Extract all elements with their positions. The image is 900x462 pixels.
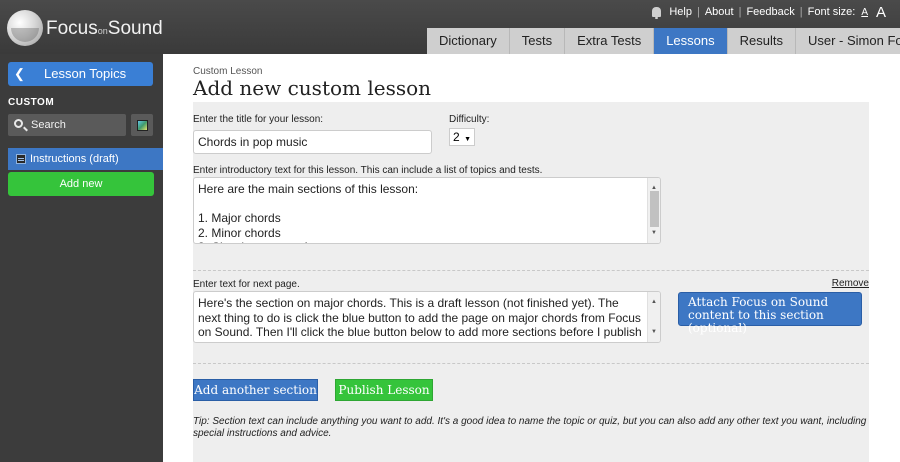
- lesson-topics-label: Lesson Topics: [44, 66, 127, 81]
- brand-name-mid: on: [97, 26, 108, 36]
- lesson-title-input[interactable]: Chords in pop music: [193, 130, 432, 154]
- page-title: Add new custom lesson: [193, 76, 432, 100]
- brand-name-left: Focus: [46, 18, 98, 39]
- add-new-button[interactable]: Add new: [8, 172, 154, 196]
- bell-icon[interactable]: [652, 7, 662, 19]
- scrollbar[interactable]: ▲ ▼: [647, 178, 660, 243]
- logo-icon[interactable]: [7, 10, 43, 46]
- app-header: FocusonSound Help | About | Feedback | F…: [0, 0, 900, 54]
- brand-name[interactable]: FocusonSound: [46, 18, 163, 40]
- search-button[interactable]: Search: [8, 114, 126, 136]
- separator: |: [696, 6, 700, 18]
- document-icon: [16, 154, 26, 164]
- tip-text: Tip: Section text can include anything y…: [193, 416, 867, 439]
- scroll-down-icon[interactable]: ▼: [651, 226, 657, 241]
- utility-bar: Help | About | Feedback | Font size: A A: [652, 4, 886, 21]
- next-page-text: Here's the section on major chords. This…: [198, 296, 642, 342]
- publish-lesson-button[interactable]: Publish Lesson: [335, 379, 433, 401]
- tab-tests[interactable]: Tests: [509, 28, 566, 54]
- color-grid-button[interactable]: [131, 114, 153, 136]
- main-nav: Dictionary Tests Extra Tests Lessons Res…: [427, 28, 900, 54]
- scroll-down-icon[interactable]: ▼: [651, 325, 657, 340]
- search-icon: [14, 119, 23, 128]
- help-link[interactable]: Help: [669, 6, 692, 18]
- sidebar-item-label: Instructions (draft): [30, 153, 119, 165]
- tab-extra-tests[interactable]: Extra Tests: [565, 28, 655, 54]
- font-size-label: Font size:: [807, 6, 856, 18]
- about-link[interactable]: About: [705, 6, 734, 18]
- section-divider: [193, 363, 869, 364]
- dropdown-arrow-icon: ▼: [464, 136, 471, 143]
- chevron-left-icon: ❮: [14, 66, 25, 81]
- scroll-thumb[interactable]: [650, 191, 659, 227]
- font-size-small-button[interactable]: A: [861, 7, 868, 18]
- sidebar: ❮ Lesson Topics CUSTOM Search Instructio…: [0, 54, 163, 462]
- tab-results[interactable]: Results: [727, 28, 796, 54]
- search-label: Search: [31, 119, 66, 131]
- lesson-form: Enter the title for your lesson: Chords …: [193, 102, 869, 462]
- scrollbar[interactable]: ▲ ▼: [647, 292, 660, 342]
- font-size-large-button[interactable]: A: [876, 4, 886, 21]
- color-grid-icon: [137, 120, 148, 131]
- intro-text: Here are the main sections of this lesso…: [198, 182, 419, 243]
- difficulty-select[interactable]: 2 ▼: [449, 128, 475, 146]
- difficulty-label: Difficulty:: [449, 114, 490, 125]
- next-page-label: Enter text for next page.: [193, 279, 300, 290]
- scroll-up-icon[interactable]: ▲: [651, 295, 657, 310]
- difficulty-value: 2: [453, 130, 460, 144]
- remove-link[interactable]: Remove: [832, 278, 869, 289]
- section-divider: [193, 270, 869, 271]
- feedback-link[interactable]: Feedback: [746, 6, 794, 18]
- separator: |: [738, 6, 742, 18]
- next-page-textarea[interactable]: Here's the section on major chords. This…: [193, 291, 661, 343]
- attach-content-button[interactable]: Attach Focus on Sound content to this se…: [678, 292, 862, 335]
- lesson-topics-button[interactable]: ❮ Lesson Topics: [8, 62, 153, 86]
- main-content: Custom Lesson Add new custom lesson Ente…: [163, 54, 900, 462]
- brand-name-right: Sound: [107, 18, 163, 39]
- sidebar-item-instructions[interactable]: Instructions (draft): [8, 148, 163, 170]
- separator: |: [799, 6, 803, 18]
- title-label: Enter the title for your lesson:: [193, 114, 324, 125]
- intro-textarea[interactable]: Here are the main sections of this lesso…: [193, 177, 661, 244]
- sidebar-section-label: CUSTOM: [8, 97, 55, 108]
- add-section-button[interactable]: Add another section: [193, 379, 318, 401]
- tab-user[interactable]: User - Simon Foxall: [795, 28, 900, 54]
- intro-label: Enter introductory text for this lesson.…: [193, 165, 543, 176]
- tab-lessons[interactable]: Lessons: [654, 28, 728, 54]
- tab-dictionary[interactable]: Dictionary: [427, 28, 510, 54]
